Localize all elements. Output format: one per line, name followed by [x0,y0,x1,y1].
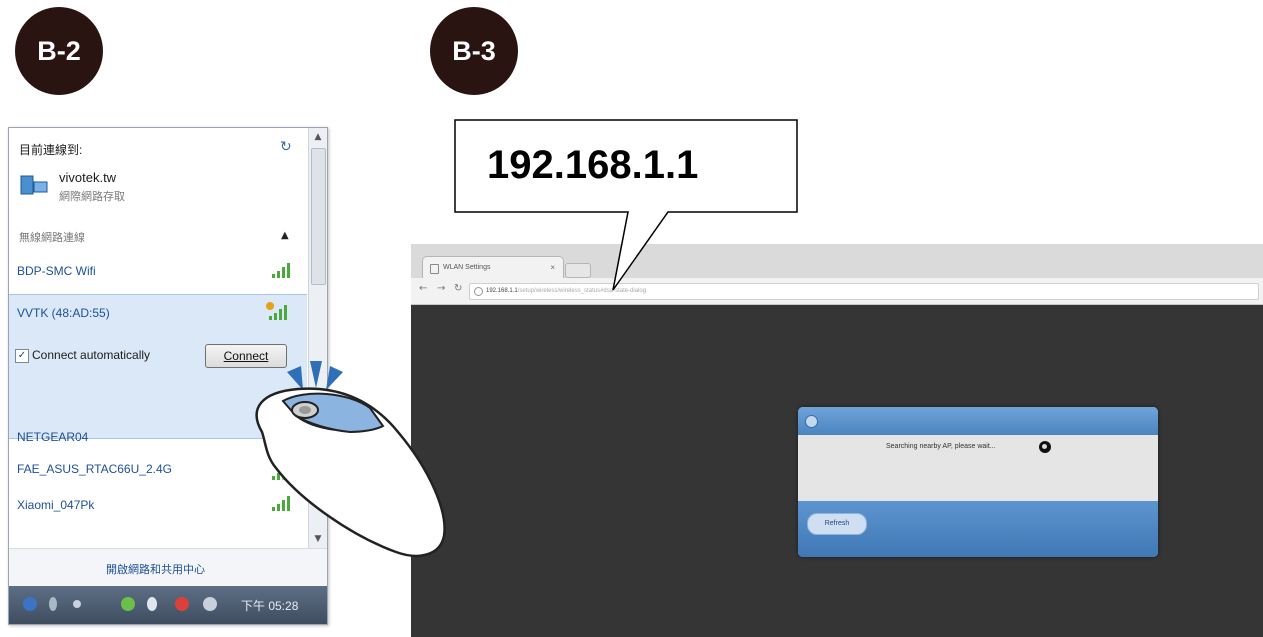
collapse-chevron-icon[interactable]: ▲ [281,230,289,241]
current-network-name: vivotek.tw [59,170,117,185]
scroll-down-icon[interactable]: ▼ [309,530,327,548]
back-icon[interactable]: ← [419,283,427,294]
browser-window: WLAN Settings × ← → ↻ 192.168.1.1/setup/… [411,244,1263,637]
network-item-netgear04[interactable]: NETGEAR04 [17,430,88,444]
current-network-status: 網際網路存取 [59,191,125,203]
auto-connect-checkbox[interactable]: ✓ [15,349,29,363]
page-content: Searching nearby AP, please wait... Refr… [411,305,1263,637]
tray-icon[interactable] [49,597,57,611]
browser-toolbar: ← → ↻ 192.168.1.1/setup/wireless/wireles… [411,278,1263,305]
volume-icon[interactable] [147,597,157,611]
connect-button[interactable]: Connect [205,344,287,368]
scrollbar-thumb[interactable] [311,148,326,285]
callout-ip-address: 192.168.1.1 [487,143,699,187]
url-path: /setup/wireless/wireless_status#dsa-stat… [517,288,647,294]
network-sharing-center-link[interactable]: 開啟網路和共用中心 [106,561,205,577]
signal-icon [271,261,293,279]
tab-wlan-settings[interactable]: WLAN Settings × [422,256,564,279]
network-item-fae-asus[interactable]: FAE_ASUS_RTAC66U_2.4G [17,462,172,476]
tray-icon[interactable] [73,600,81,608]
tray-app-icon[interactable] [121,597,135,611]
secured-signal-icon [265,301,287,320]
tab-strip: WLAN Settings × [411,244,1263,279]
network-item-xiaomi[interactable]: Xiaomi_047Pk [17,498,94,512]
step-badge-b2: B-2 [15,7,103,95]
network-item-bdp-smc[interactable]: BDP-SMC Wifi [17,264,96,278]
help-icon[interactable] [23,597,37,611]
display-icon[interactable] [203,597,217,611]
current-connection-label: 目前連線到: [19,143,83,157]
wireless-section-label: 無線網路連線 [19,232,85,244]
network-icon [20,175,48,195]
forward-icon[interactable]: → [437,283,445,294]
auto-connect-label: Connect automatically [32,348,151,362]
taskbar-tray: 下午 05:28 [9,586,327,624]
dialog-message: Searching nearby AP, please wait... [886,443,996,450]
dialog-header [798,407,1158,435]
spinner-icon [1039,441,1051,453]
address-bar[interactable]: 192.168.1.1/setup/wireless/wireless_stat… [469,283,1259,300]
new-tab-button[interactable] [565,263,591,278]
dialog-icon [805,415,818,428]
step-badge-b3: B-3 [430,7,518,95]
page-info-icon[interactable] [474,287,483,296]
reload-icon[interactable]: ↻ [454,283,462,294]
tab-title: WLAN Settings [443,264,491,271]
refresh-icon[interactable]: ↻ [280,139,292,155]
searching-dialog: Searching nearby AP, please wait... Refr… [798,407,1158,557]
dialog-footer: Refresh [798,501,1158,557]
close-tab-icon[interactable]: × [550,257,555,279]
taskbar-clock[interactable]: 下午 05:28 [241,597,298,614]
refresh-button[interactable]: Refresh [807,513,867,535]
network-item-vvtk-selected[interactable]: VVTK (48:AD:55) ✓ Connect automatically … [9,294,307,439]
scroll-up-icon[interactable]: ▲ [309,128,327,146]
panel-footer: 開啟網路和共用中心 [9,548,327,587]
signal-icon [271,463,293,481]
network-list-scrollbar[interactable]: ▲ ▼ [308,128,327,548]
page-icon [430,264,439,274]
url-host: 192.168.1.1 [486,288,518,294]
network-item-vvtk[interactable]: VVTK (48:AD:55) [17,306,110,320]
network-error-icon[interactable] [175,597,189,611]
wifi-network-panel: 目前連線到: ↻ vivotek.tw 網際網路存取 無線網路連線 ▲ BDP-… [8,127,328,625]
signal-icon [271,494,293,512]
